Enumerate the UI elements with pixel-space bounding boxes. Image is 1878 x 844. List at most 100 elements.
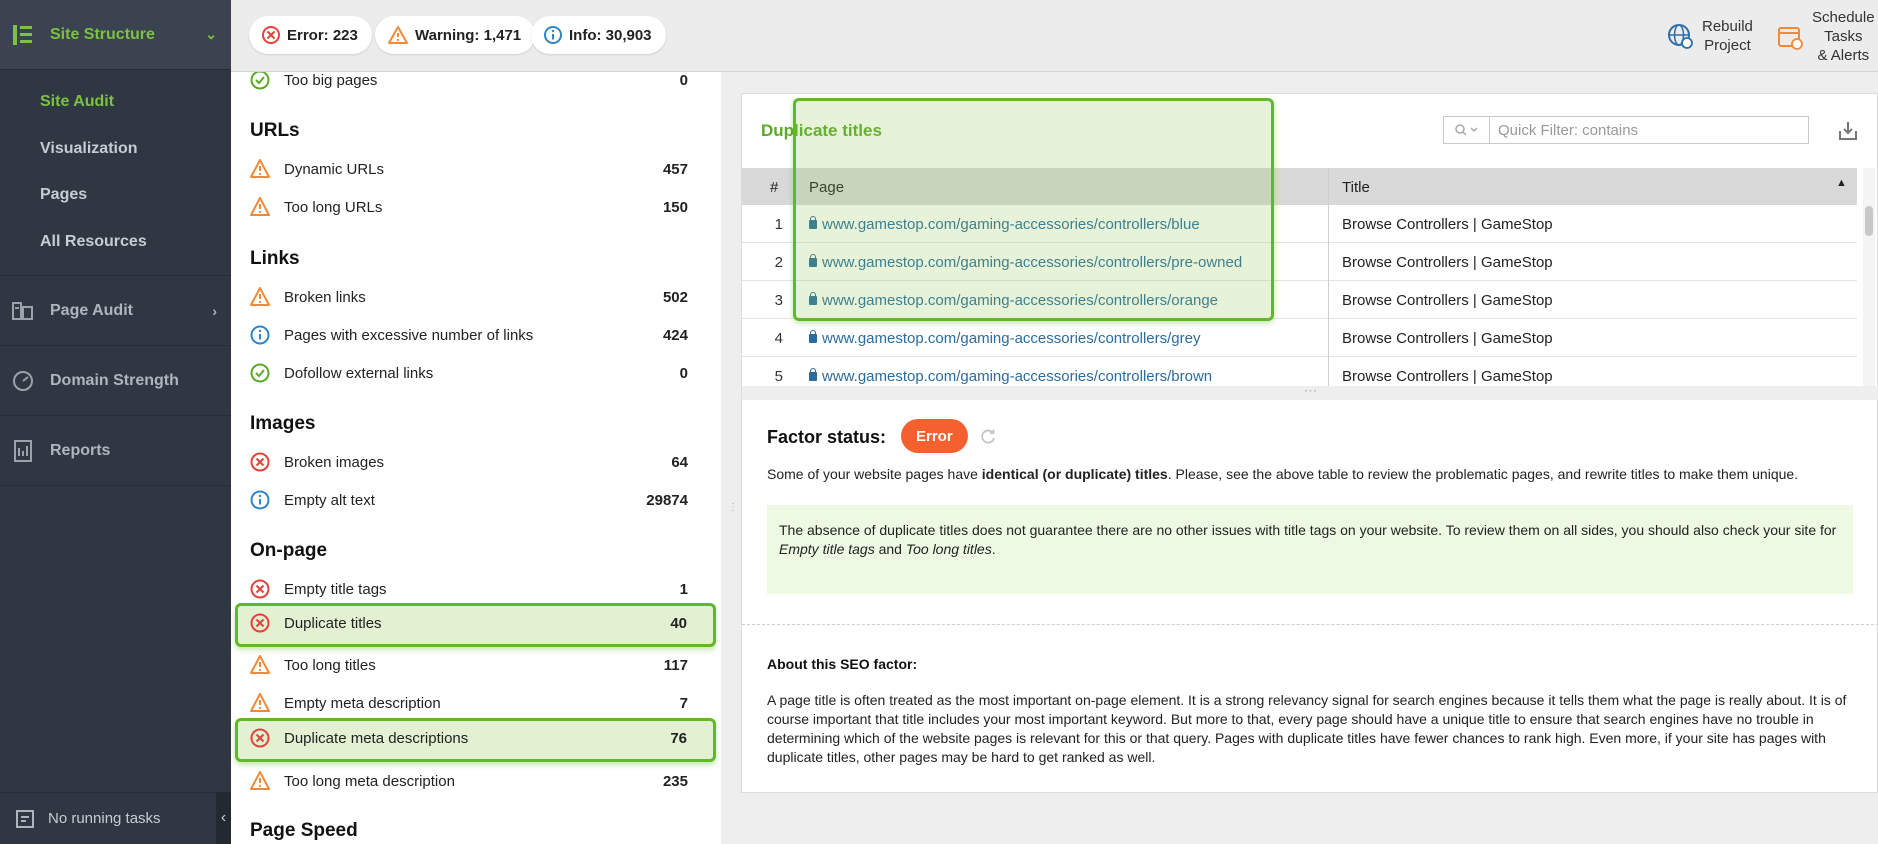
factor-row-too-long-titles[interactable]: Too long titles 117 xyxy=(231,646,721,684)
nav-sub-all-resources[interactable]: All Resources xyxy=(0,219,231,266)
quick-filter-input[interactable] xyxy=(1490,120,1790,140)
sort-ascending-icon[interactable]: ▲ xyxy=(1836,177,1847,189)
page-url: www.gamestop.com/gaming-accessories/cont… xyxy=(822,330,1201,347)
nav-domain-strength-label: Domain Strength xyxy=(50,371,179,389)
factor-row-too-long-meta[interactable]: Too long meta description 235 xyxy=(231,762,721,800)
factor-row-dofollow-links[interactable]: Dofollow external links 0 xyxy=(231,354,721,392)
rebuild-project-button[interactable]: Rebuild Project xyxy=(1666,17,1753,55)
row-number: 4 xyxy=(774,330,783,347)
info-icon xyxy=(544,26,562,44)
info-icon xyxy=(250,325,270,345)
lock-icon xyxy=(809,330,817,343)
nav-page-audit-label: Page Audit xyxy=(50,301,133,319)
panel-splitter[interactable]: ⋮ xyxy=(721,72,741,844)
error-icon xyxy=(250,613,270,633)
factor-count: 7 xyxy=(679,695,688,712)
task-status-text: No running tasks xyxy=(48,810,161,827)
page-url: www.gamestop.com/gaming-accessories/cont… xyxy=(822,368,1213,385)
factor-row-too-long-urls[interactable]: Too long URLs 150 xyxy=(231,188,721,226)
factor-count: 64 xyxy=(671,454,688,471)
site-structure-icon xyxy=(13,24,32,45)
warning-icon xyxy=(250,197,270,216)
chevron-right-icon: › xyxy=(212,302,217,319)
factor-list: Too big pages 0 URLs Dynamic URLs 457 To… xyxy=(231,72,721,844)
status-text-bold: identical (or duplicate) titles xyxy=(981,466,1168,482)
table-row[interactable]: 5 www.gamestop.com/gaming-accessories/co… xyxy=(742,357,1857,386)
info-count: Info: 30,903 xyxy=(569,26,652,44)
warning-icon xyxy=(250,771,270,790)
page-title-cell: Browse Controllers | GameStop xyxy=(1342,254,1553,271)
table-scrollbar[interactable] xyxy=(1865,206,1873,236)
about-text: A page title is often treated as the mos… xyxy=(767,692,1847,765)
warning-icon xyxy=(250,287,270,306)
status-text-part: Some of your website pages have xyxy=(767,466,982,482)
group-heading-page-speed: Page Speed xyxy=(250,820,358,841)
page-link[interactable]: www.gamestop.com/gaming-accessories/cont… xyxy=(809,368,1212,385)
factor-row-duplicate-titles[interactable]: Duplicate titles 40 xyxy=(235,603,716,647)
factor-label: Broken images xyxy=(284,454,385,471)
status-text-part: . Please, see the above table to review … xyxy=(1167,466,1799,482)
column-divider[interactable] xyxy=(1328,168,1329,386)
nav-sub-pages[interactable]: Pages xyxy=(0,172,231,219)
page-column-highlight xyxy=(793,98,1274,321)
export-icon[interactable] xyxy=(1836,119,1860,143)
factor-row-empty-alt[interactable]: Empty alt text 29874 xyxy=(231,481,721,519)
schedule-line-1: Schedule xyxy=(1812,9,1875,26)
factor-count: 150 xyxy=(662,199,688,216)
factor-row-broken-images[interactable]: Broken images 64 xyxy=(231,443,721,481)
page-link[interactable]: www.gamestop.com/gaming-accessories/cont… xyxy=(809,330,1200,347)
section-divider xyxy=(742,624,1878,625)
info-count-badge[interactable]: Info: 30,903 xyxy=(531,16,666,54)
factor-row-empty-meta[interactable]: Empty meta description 7 xyxy=(231,684,721,722)
factor-count: 1 xyxy=(679,581,688,598)
factor-row-broken-links[interactable]: Broken links 502 xyxy=(231,278,721,316)
nav-domain-strength[interactable]: Domain Strength xyxy=(0,346,231,416)
warning-count-badge[interactable]: Warning: 1,471 xyxy=(375,16,536,54)
factor-label: Duplicate meta descriptions xyxy=(284,730,469,747)
nav-sub-site-audit[interactable]: Site Audit xyxy=(0,79,231,126)
tasks-icon xyxy=(16,809,34,828)
nav-site-structure[interactable]: Site Structure ⌄ xyxy=(0,0,231,70)
schedule-tasks-button[interactable]: Schedule Tasks & Alerts xyxy=(1776,8,1875,65)
row-number: 5 xyxy=(774,368,783,385)
page-title-cell: Browse Controllers | GameStop xyxy=(1342,216,1553,233)
factor-label: Pages with excessive number of links xyxy=(284,327,534,344)
nav-page-audit[interactable]: Page Audit › xyxy=(0,276,231,346)
row-number: 3 xyxy=(774,292,783,309)
refresh-icon[interactable] xyxy=(978,426,998,446)
nav-sub-visualization[interactable]: Visualization xyxy=(0,126,231,173)
table-row[interactable]: 4 www.gamestop.com/gaming-accessories/co… xyxy=(742,319,1857,357)
left-nav: Site Structure ⌄ Site Audit Visualizatio… xyxy=(0,0,231,844)
factor-row-duplicate-meta[interactable]: Duplicate meta descriptions 76 xyxy=(235,718,716,762)
nav-reports-label: Reports xyxy=(50,441,111,459)
collapse-sidebar-button[interactable]: ‹ xyxy=(216,792,231,844)
factor-label: Empty meta description xyxy=(284,695,441,712)
nav-site-structure-label: Site Structure xyxy=(50,25,155,43)
filter-mode-dropdown[interactable] xyxy=(1444,117,1490,143)
page-title-cell: Browse Controllers | GameStop xyxy=(1342,368,1553,385)
factor-status-badge: Error xyxy=(901,419,968,453)
nav-reports[interactable]: Reports xyxy=(0,416,231,486)
table-scroll-track[interactable] xyxy=(1863,168,1875,386)
column-header-number[interactable]: # xyxy=(770,179,778,196)
factor-row-dynamic-urls[interactable]: Dynamic URLs 457 xyxy=(231,150,721,188)
tip-text: . xyxy=(991,541,996,557)
factor-count: 117 xyxy=(663,657,688,674)
column-header-title[interactable]: Title xyxy=(1342,179,1370,196)
error-icon xyxy=(250,452,270,472)
factor-count: 40 xyxy=(670,615,687,632)
group-heading-images: Images xyxy=(250,413,316,434)
chevron-down-icon: ⌄ xyxy=(205,26,217,42)
factor-label: Empty title tags xyxy=(284,581,387,598)
error-count-badge[interactable]: Error: 223 xyxy=(249,16,372,54)
horizontal-splitter[interactable]: ⋯ xyxy=(742,383,1878,400)
factor-row-too-big-pages[interactable]: Too big pages 0 xyxy=(231,72,721,99)
factor-label: Dofollow external links xyxy=(284,365,434,382)
factor-row-excessive-links[interactable]: Pages with excessive number of links 424 xyxy=(231,316,721,354)
group-heading-links: Links xyxy=(250,248,300,269)
page-title-cell: Browse Controllers | GameStop xyxy=(1342,330,1553,347)
factor-count: 235 xyxy=(662,773,688,790)
tip-link-long-titles: Too long titles xyxy=(905,541,992,557)
group-heading-on-page: On-page xyxy=(250,540,328,561)
factor-count: 0 xyxy=(679,72,688,89)
